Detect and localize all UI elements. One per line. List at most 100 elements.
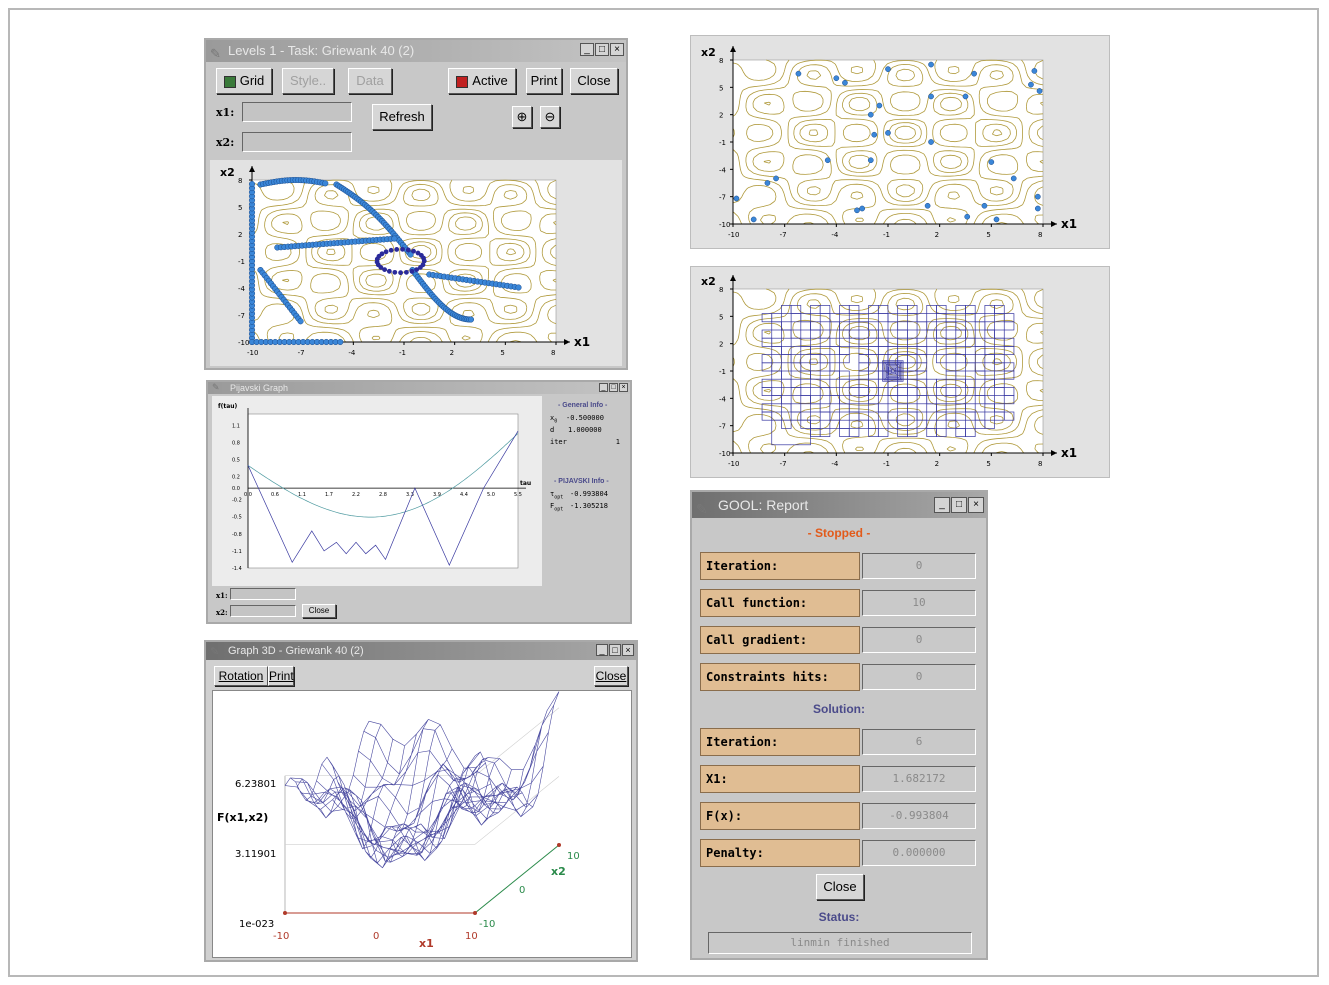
x-tick-label: 0.0 — [244, 492, 252, 498]
minimize-icon[interactable]: _ — [596, 644, 608, 656]
x1-field[interactable] — [242, 102, 352, 122]
minimize-icon[interactable]: _ — [580, 43, 594, 56]
general-info-header: - General Info - — [558, 402, 608, 409]
info-panel: - General Info - x0 -0.500000 d 1.000000… — [544, 396, 628, 620]
x1-label: x1: — [216, 591, 228, 600]
maximize-icon[interactable]: □ — [951, 497, 967, 513]
x-axis-label: tau — [520, 480, 531, 487]
converged-point — [420, 262, 426, 268]
row-value: 0.000000 — [862, 840, 976, 866]
pijavski-info-header: - PIJAVSKI Info - — [554, 478, 609, 485]
maximize-icon[interactable]: □ — [609, 383, 618, 392]
close-icon[interactable]: × — [610, 43, 624, 56]
converged-point — [405, 247, 411, 253]
pijavski-title: Pijavski Graph — [230, 383, 289, 393]
close-button[interactable]: Close — [570, 68, 618, 94]
x-tick-label: -4 — [348, 349, 356, 357]
close-icon[interactable]: × — [619, 383, 628, 392]
rotation-button[interactable]: Rotation — [214, 666, 268, 686]
levels-title-bar[interactable]: ✎ Levels 1 - Task: Griewank 40 (2) _ □ × — [206, 40, 626, 62]
x-arrow-icon — [564, 339, 570, 345]
wireframe — [284, 691, 560, 869]
converged-point — [383, 249, 389, 255]
row-value: 10 — [862, 590, 976, 616]
partition-contour-plot[interactable]: -10 -7 -4 -1 2 5 8 8 5 2 -1 -4 -7 -10 x2 x1 — [691, 267, 1111, 479]
zoom-out-icon[interactable]: ⊖ — [540, 106, 560, 128]
graph3d-surface[interactable]: F(x1,x2) 6.23801 3.11901 1e-023 -10 0 10… — [213, 691, 631, 957]
converged-point — [386, 268, 392, 274]
sample-point — [928, 139, 934, 145]
grid-button[interactable]: Grid — [216, 68, 272, 94]
x2-field[interactable] — [242, 132, 352, 152]
row-label: Penalty: — [700, 839, 860, 867]
y-arrow-icon — [730, 275, 736, 281]
y-axis-line — [474, 844, 560, 914]
levels-contour-plot[interactable]: -10 -7 -4 -1 2 5 8 8 5 2 -1 -4 -7 -10 x2 x1 — [210, 160, 622, 366]
x-tick-label: 4.4 — [460, 492, 468, 498]
x-tick-min: -10 — [273, 931, 289, 942]
corner-point — [283, 911, 287, 915]
x-arrow-icon — [1051, 221, 1057, 227]
maximize-icon[interactable]: □ — [595, 43, 609, 56]
y-axis-label: f(tau) — [218, 403, 238, 410]
grid-plane — [285, 707, 560, 777]
report-row: Iteration: 6 — [700, 728, 980, 756]
x-tick-label: 1.7 — [325, 492, 333, 498]
surface-mesh — [283, 691, 561, 915]
y-tick-label: -7 — [238, 312, 245, 320]
solution-header: Solution: — [813, 702, 865, 716]
active-toggle[interactable]: Active — [448, 68, 516, 94]
close-button[interactable]: Close — [302, 604, 336, 618]
close-button[interactable]: Close — [816, 874, 864, 900]
sample-point — [871, 131, 878, 138]
refresh-button[interactable]: Refresh — [372, 104, 432, 130]
x2-field[interactable] — [230, 605, 296, 617]
d-row: d 1.000000 — [550, 426, 602, 434]
report-title-bar[interactable]: ✎ GOOL: Report _ □ × — [692, 492, 986, 518]
maximize-icon[interactable]: □ — [609, 644, 621, 656]
y-tick-label: 2 — [238, 231, 242, 239]
sample-point — [1034, 193, 1041, 200]
x2-label: x2: — [216, 136, 235, 149]
row-value: 6 — [862, 729, 976, 755]
close-icon[interactable]: × — [968, 497, 984, 513]
x-tick-label: 2.8 — [379, 492, 387, 498]
print-button[interactable]: Print — [268, 666, 294, 686]
minimize-icon[interactable]: _ — [599, 383, 608, 392]
style-button[interactable]: Style.. — [282, 68, 334, 94]
close-button[interactable]: Close — [594, 666, 628, 686]
x-tick-label: 2 — [935, 231, 939, 239]
sample-point — [928, 61, 934, 68]
x-tick-label: -10 — [728, 460, 739, 468]
row-label: X1: — [700, 765, 860, 793]
pijavski-title-bar[interactable]: ✎ Pijavski Graph _ □ × — [208, 382, 630, 394]
y-tick-label: 5 — [719, 313, 723, 321]
row-value: -0.993804 — [862, 803, 976, 829]
sample-point — [854, 207, 860, 214]
minimize-icon[interactable]: _ — [934, 497, 950, 513]
y-tick-label: -1 — [719, 368, 726, 376]
x-axis-label: x1 — [574, 335, 590, 349]
data-button[interactable]: Data — [348, 68, 392, 94]
iter-row: iter 1 — [550, 438, 620, 446]
status-field: linmin finished — [708, 932, 972, 954]
scatter-contour-plot[interactable]: -10 -7 -4 -1 2 5 8 8 5 2 -1 -4 -7 -10 x2 x1 — [691, 36, 1111, 250]
active-checkbox-icon — [456, 75, 469, 88]
report-row: F(x): -0.993804 — [700, 802, 980, 830]
path-point — [322, 180, 329, 187]
graph3d-title-bar[interactable]: ✎ Graph 3D - Griewank 40 (2) _ □ × — [206, 642, 636, 660]
levels-plot-area: -10 -7 -4 -1 2 5 8 8 5 2 -1 -4 -7 -10 x2 x1 — [210, 160, 622, 366]
plot-frame — [732, 59, 1044, 225]
sample-point — [993, 216, 1000, 223]
y-tick-label: -0.8 — [232, 532, 242, 538]
print-button[interactable]: Print — [526, 68, 562, 94]
x-tick-label: -7 — [780, 460, 787, 468]
converged-point — [400, 246, 405, 252]
y-tick-label: 5 — [719, 84, 723, 92]
row-label: Call function: — [700, 589, 860, 617]
zoom-in-icon[interactable]: ⊕ — [512, 106, 532, 128]
close-icon[interactable]: × — [622, 644, 634, 656]
converged-point — [392, 269, 398, 275]
x1-field[interactable] — [230, 588, 296, 600]
sample-point — [1036, 88, 1043, 94]
